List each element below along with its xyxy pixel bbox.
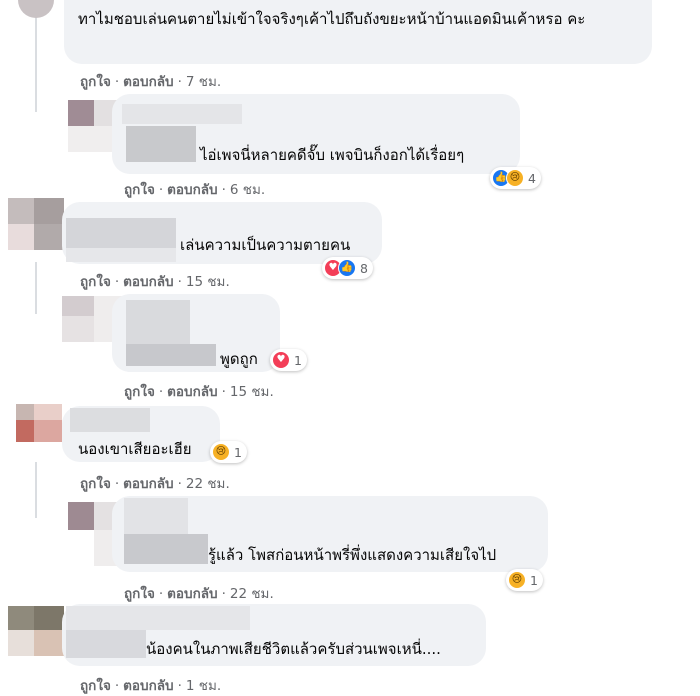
comment-text: น้องคนในภาพเสียชีวิตแล้วครับส่วนเพจเหนี่… xyxy=(146,640,441,658)
avatar xyxy=(34,198,64,224)
avatar[interactable] xyxy=(8,606,34,630)
comment-text: พูดถูก xyxy=(220,350,258,368)
blurred-username xyxy=(66,248,176,262)
timestamp[interactable]: 1 ชม. xyxy=(186,678,221,694)
reply-button[interactable]: ตอบกลับ xyxy=(123,476,173,492)
reactions-badge[interactable]: 😢 1 xyxy=(506,569,543,591)
blurred-username xyxy=(124,534,208,564)
blurred-username xyxy=(126,300,190,344)
timestamp[interactable]: 22 ชม. xyxy=(230,586,274,602)
thread-line xyxy=(35,262,37,314)
reactions-badge[interactable]: 👍 😢 4 xyxy=(490,167,541,189)
avatar xyxy=(16,420,34,442)
avatar[interactable] xyxy=(18,0,54,18)
comment-text: ไอ่เพจนี่หลายคดีจั๊บ เพจบินก็งอกได้เรื่อ… xyxy=(200,146,465,164)
comment-actions: ถูกใจ · ตอบกลับ · 15 ชม. xyxy=(124,384,274,400)
like-button[interactable]: ถูกใจ xyxy=(80,476,111,492)
reactions-badge[interactable]: ♥ 1 xyxy=(270,349,307,371)
thread-line xyxy=(35,462,37,518)
blurred-username xyxy=(70,408,150,432)
like-button[interactable]: ถูกใจ xyxy=(80,678,111,694)
reply-button[interactable]: ตอบกลับ xyxy=(167,586,217,602)
avatar xyxy=(34,606,64,630)
comment-text: เล่นความเป็นความตายคน xyxy=(180,236,351,254)
timestamp[interactable]: 15 ชม. xyxy=(230,384,274,400)
like-button[interactable]: ถูกใจ xyxy=(124,182,155,198)
timestamp[interactable]: 15 ชม. xyxy=(186,274,230,290)
reactions-badge[interactable]: ♥ 👍 8 xyxy=(322,257,373,279)
like-button[interactable]: ถูกใจ xyxy=(80,274,111,290)
like-button[interactable]: ถูกใจ xyxy=(80,74,111,90)
avatar xyxy=(62,316,94,342)
comment-text: ทาไมชอบเล่นคนตายไม่เข้าใจจริงๆเค้าไปถึบถ… xyxy=(78,10,586,28)
reply-button[interactable]: ตอบกลับ xyxy=(123,678,173,694)
avatar xyxy=(34,224,64,250)
avatar[interactable] xyxy=(62,296,94,316)
comment-text: รู้แล้ว โพสก่อนหน้าพรี่พึ่งแสดงความเสียใ… xyxy=(208,546,497,564)
like-button[interactable]: ถูกใจ xyxy=(124,586,155,602)
avatar[interactable] xyxy=(8,198,34,224)
timestamp[interactable]: 6 ชม. xyxy=(230,182,265,198)
reactions-badge[interactable]: 😢 1 xyxy=(210,441,247,463)
reply-button[interactable]: ตอบกลับ xyxy=(167,384,217,400)
blurred-username xyxy=(122,104,242,124)
sad-icon: 😢 xyxy=(508,571,526,589)
comment-actions: ถูกใจ · ตอบกลับ · 22 ชม. xyxy=(80,476,230,492)
comment-actions: ถูกใจ · ตอบกลับ · 22 ชม. xyxy=(124,586,274,602)
blurred-username xyxy=(124,498,188,534)
avatar xyxy=(8,224,34,250)
sad-icon: 😢 xyxy=(506,169,524,187)
blurred-username xyxy=(66,606,250,630)
avatar xyxy=(8,630,34,656)
comment-text: นองเขาเสียอะเฮีย xyxy=(78,440,192,458)
reply-button[interactable]: ตอบกลับ xyxy=(167,182,217,198)
like-icon: 👍 xyxy=(338,259,356,277)
timestamp[interactable]: 7 ชม. xyxy=(186,74,221,90)
avatar[interactable] xyxy=(68,502,94,530)
comment-actions: ถูกใจ · ตอบกลับ · 6 ชม. xyxy=(124,182,266,198)
comment-actions: ถูกใจ · ตอบกลับ · 15 ชม. xyxy=(80,274,230,290)
blurred-username xyxy=(66,218,176,248)
comment-actions: ถูกใจ · ตอบกลับ · 7 ชม. xyxy=(80,74,222,90)
reply-button[interactable]: ตอบกลับ xyxy=(123,74,173,90)
avatar[interactable] xyxy=(68,100,94,126)
like-button[interactable]: ถูกใจ xyxy=(124,384,155,400)
avatar xyxy=(34,404,62,420)
comment-actions: ถูกใจ · ตอบกลับ · 1 ชม. xyxy=(80,678,222,694)
sad-icon: 😢 xyxy=(212,443,230,461)
avatar xyxy=(34,630,64,656)
avatar xyxy=(34,420,62,442)
blurred-username xyxy=(126,344,216,366)
reply-button[interactable]: ตอบกลับ xyxy=(123,274,173,290)
love-icon: ♥ xyxy=(272,351,290,369)
timestamp[interactable]: 22 ชม. xyxy=(186,476,230,492)
blurred-username xyxy=(66,630,146,658)
avatar[interactable] xyxy=(16,404,34,420)
blurred-username xyxy=(126,126,196,162)
